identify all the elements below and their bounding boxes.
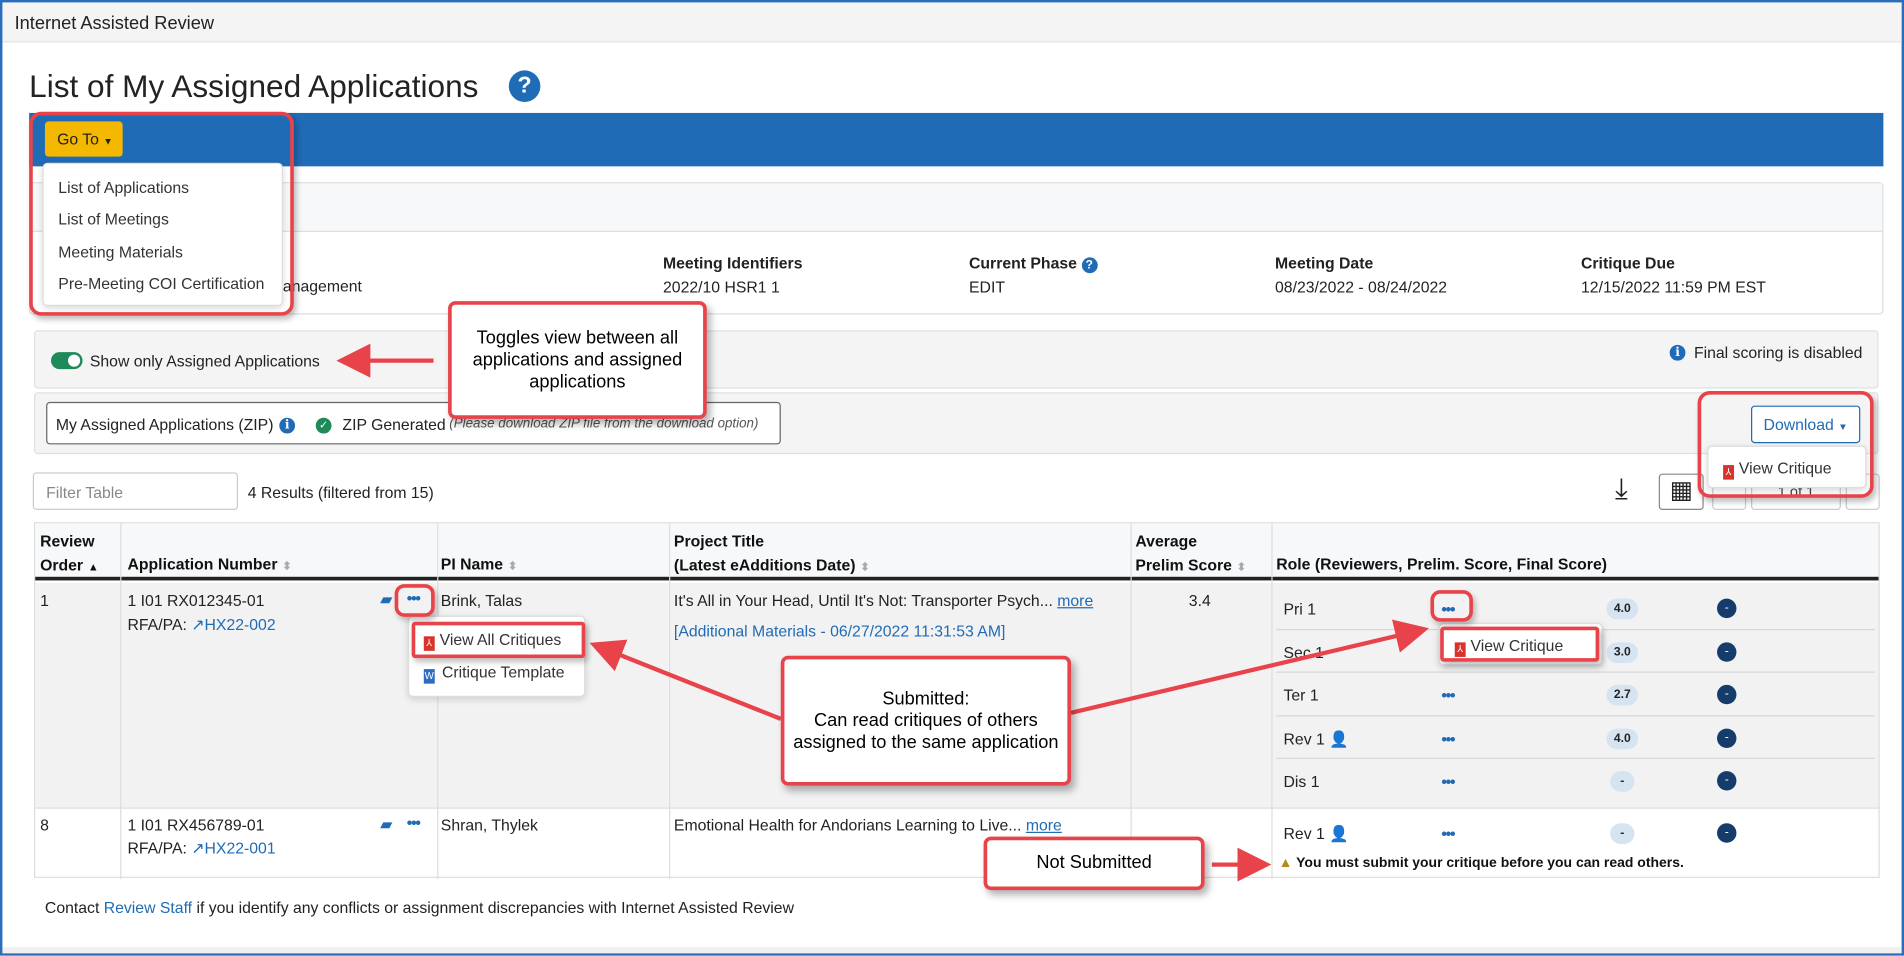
annotation-arrows xyxy=(336,343,1430,882)
annotation-not-submitted: Not Submitted xyxy=(983,836,1205,891)
app-window: Internet Assisted Review List of My Assi… xyxy=(0,0,1904,956)
arrow-view-critique xyxy=(1070,619,1430,715)
annotation-toggle: Toggles view between all applications an… xyxy=(448,301,707,419)
callout-line: Submitted: xyxy=(882,687,970,709)
arrow-view-all xyxy=(589,639,782,721)
annotation-submitted: Submitted: Can read critiques of others a… xyxy=(780,655,1072,786)
callout-line: Can read critiques of others assigned to… xyxy=(793,709,1059,753)
